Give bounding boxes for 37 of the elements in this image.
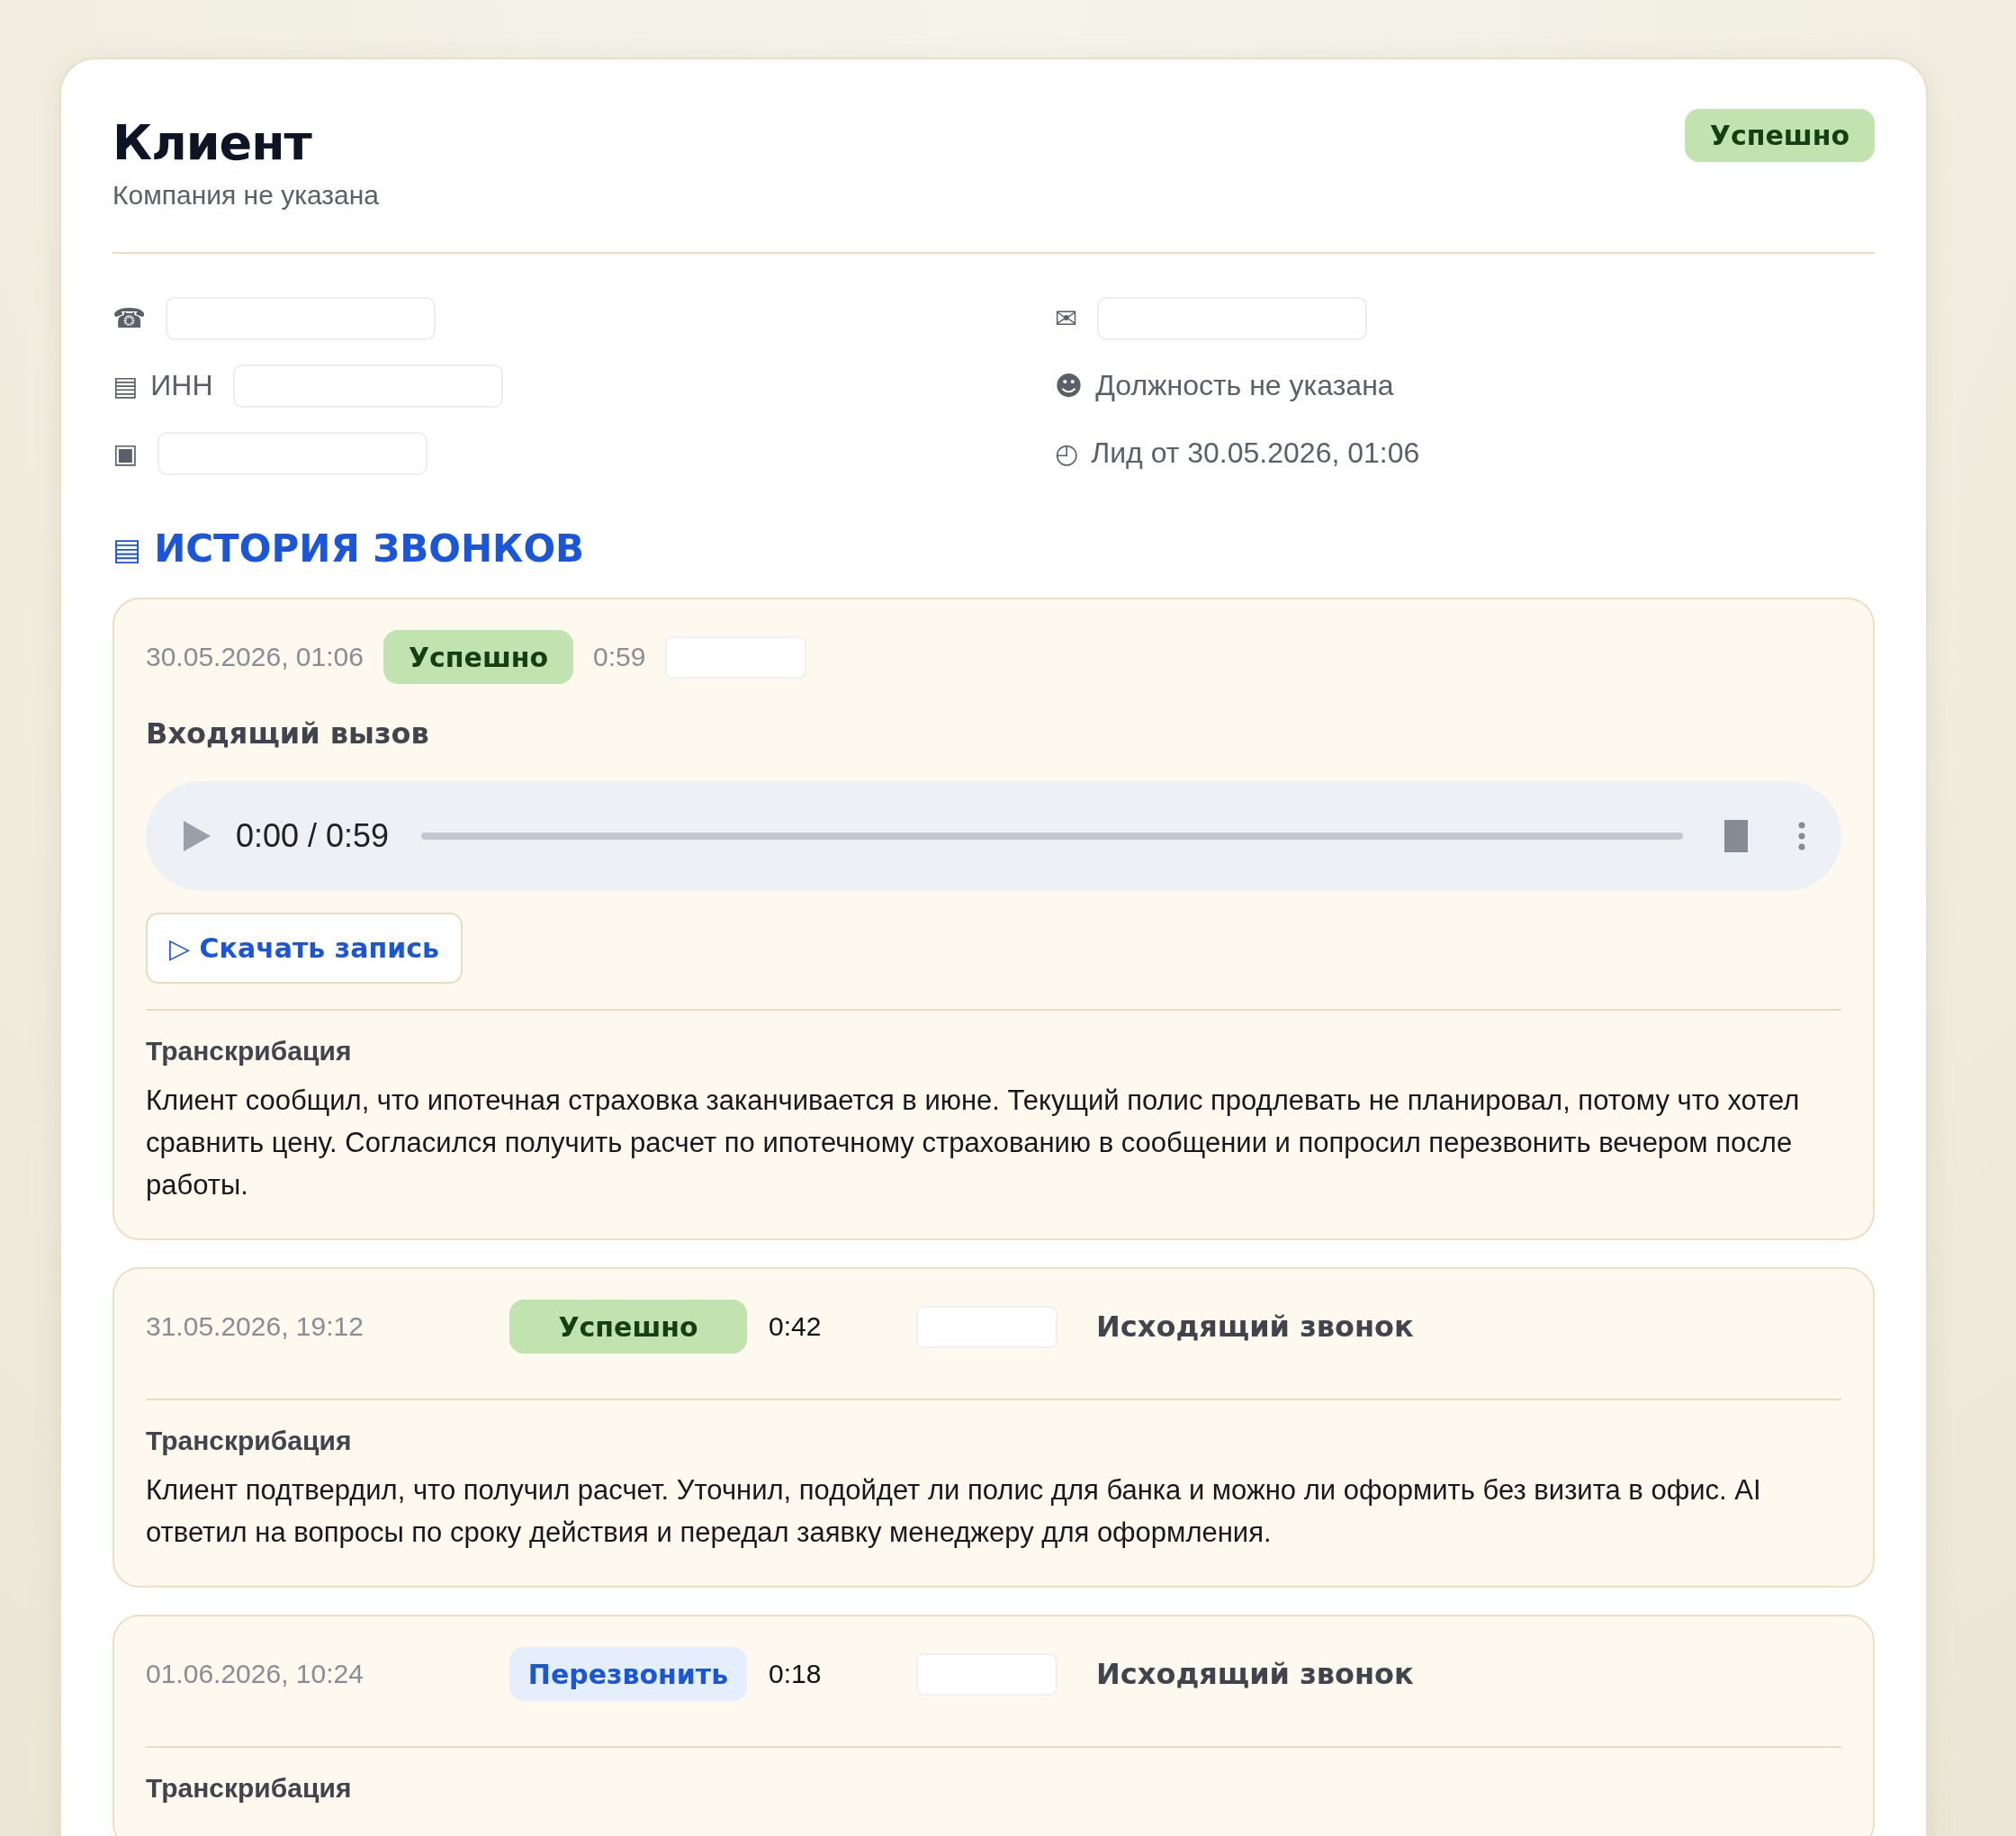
call-title: Входящий вызов <box>146 716 430 751</box>
call-title: Исходящий звонок <box>1096 1657 1415 1691</box>
call-date: 01.06.2026, 10:24 <box>146 1659 364 1689</box>
phone-icon: ☎ <box>112 304 147 332</box>
smiley-icon: ☻ <box>1055 372 1084 400</box>
transcript-heading: Транскрибация <box>146 1426 353 1456</box>
list-icon: ▤ <box>112 372 139 400</box>
transcript-heading: Транскрибация <box>146 1036 353 1066</box>
status-badge: Перезвонить <box>509 1647 747 1701</box>
lead-text: Лид от 30.05.2026, 01:06 <box>1091 436 1420 470</box>
status-badge: Успешно <box>1684 109 1875 162</box>
client-name: Клиент <box>112 114 313 171</box>
stop-icon[interactable] <box>1724 820 1748 852</box>
call-date: 30.05.2026, 01:06 <box>146 642 364 672</box>
call-title: Исходящий звонок <box>1096 1310 1415 1344</box>
status-badge: Успешно <box>509 1300 747 1354</box>
player-time: 0:00 / 0:59 <box>236 817 390 855</box>
transcript-text: Клиент сообщил, что ипотечная страховка заканчивается в июне. Текущий полис продлевать не планировал, потому что хотел сравнить цену. Согласился получить расчет по ипотечному страхованию в сообщении и попросил перезвонить вечером после работы. <box>146 1084 1801 1202</box>
transcript-text: Клиент подтвердил, что получил расчет. Уточнил, подойдет ли полис для банка и можно ли оформить без визита в офис. AI ответил на вопросы по сроку действия и передал заявку менеджеру для оформления. <box>146 1473 1762 1550</box>
download-button[interactable]: ▷ Скачать запись <box>146 913 463 984</box>
transcript-heading: Транскрибация <box>146 1773 353 1804</box>
play-icon[interactable] <box>182 819 212 853</box>
call-duration: 0:18 <box>769 1659 823 1689</box>
company-text: Компания не указана <box>112 180 380 211</box>
call-duration: 0:59 <box>593 642 646 672</box>
progress-track[interactable] <box>421 832 1683 840</box>
status-badge: Успешно <box>382 630 574 684</box>
inn-label: ИНН <box>150 369 213 402</box>
more-icon[interactable] <box>1798 822 1805 850</box>
call-date: 31.05.2026, 19:12 <box>146 1311 364 1342</box>
position-text: Должность не указана <box>1095 369 1394 402</box>
section-heading: ИСТОРИЯ ЗВОНКОВ <box>154 526 585 571</box>
clock-icon: ◴ <box>1055 439 1079 467</box>
list-icon: ▤ <box>112 530 142 567</box>
square-icon: ▣ <box>112 439 139 467</box>
envelope-icon: ✉ <box>1055 304 1078 332</box>
call-duration: 0:42 <box>769 1311 823 1342</box>
